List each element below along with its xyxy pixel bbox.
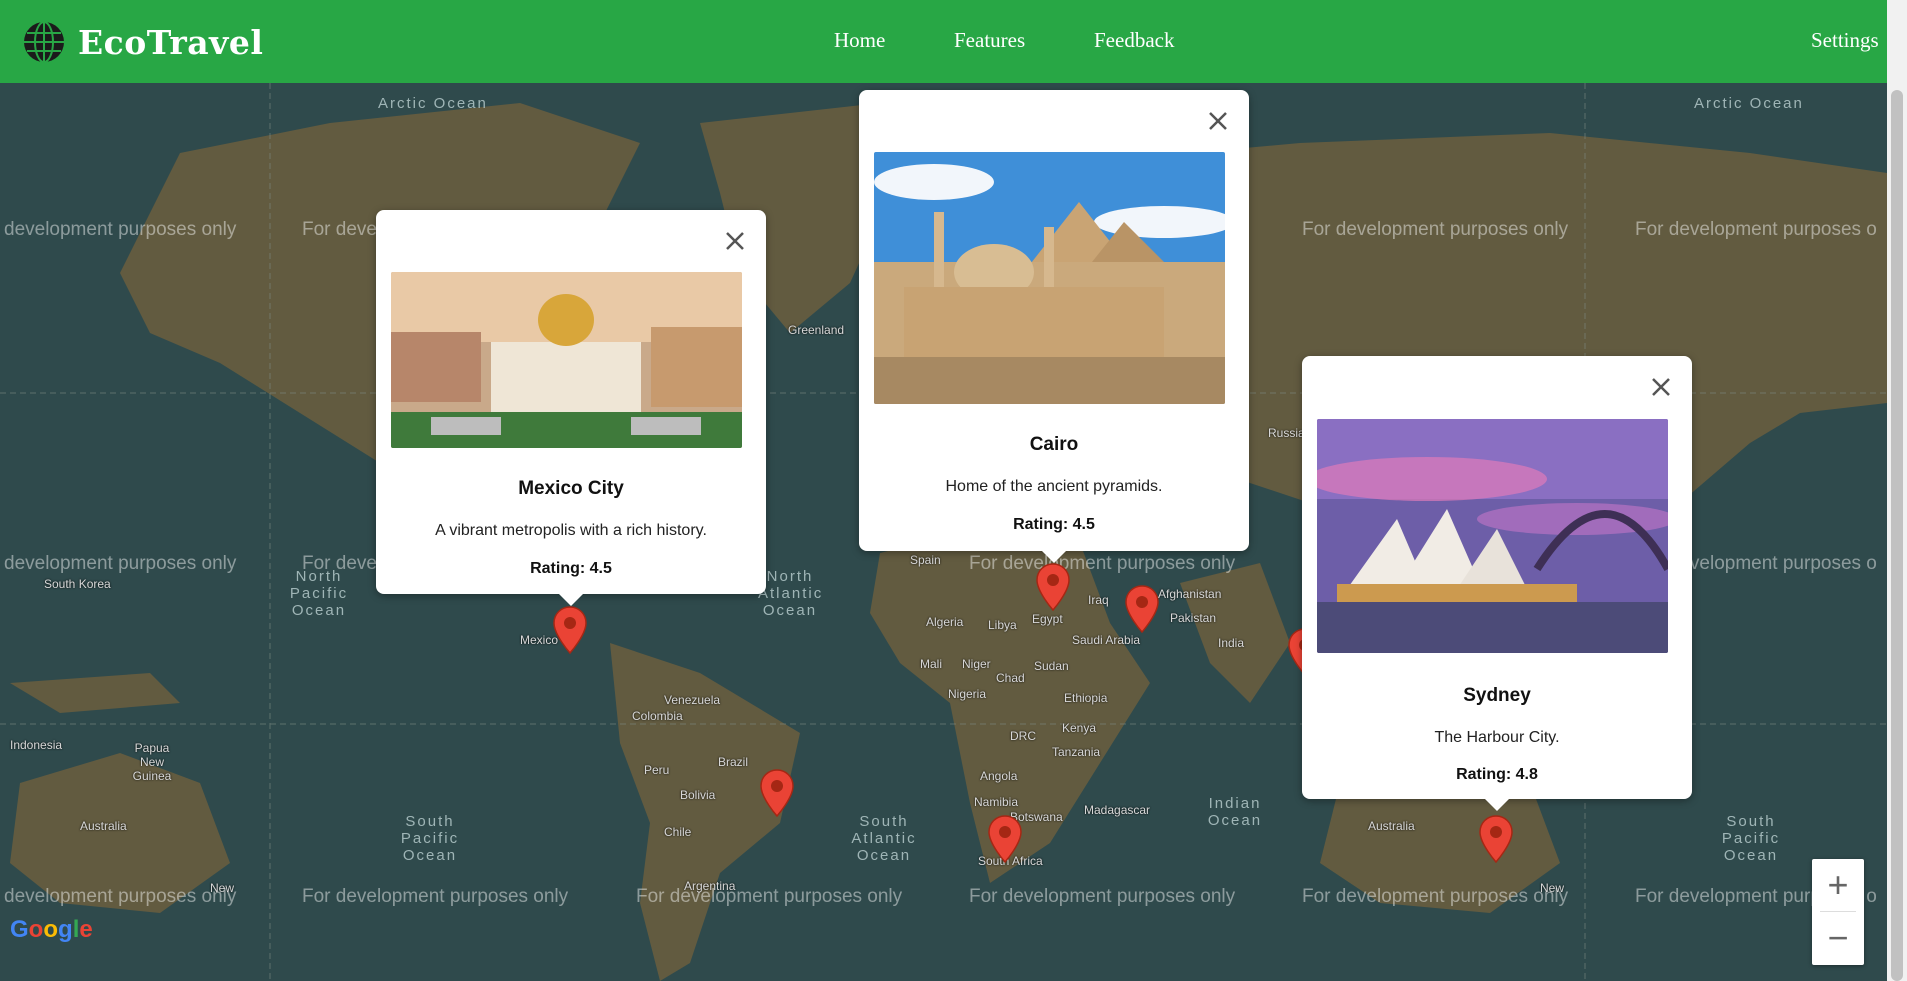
ocean-label: North Atlantic Ocean xyxy=(758,568,824,619)
watermark-text: development purposes only xyxy=(4,219,237,240)
country-label: Libya xyxy=(988,618,1017,632)
page-scrollbar[interactable] xyxy=(1887,0,1907,981)
ocean-label: Indian Ocean xyxy=(1207,795,1263,829)
country-label: Indonesia xyxy=(10,738,63,752)
zoom-controls: + − xyxy=(1812,859,1864,965)
country-label: Spain xyxy=(910,553,941,567)
popup-rating: Rating: 4.5 xyxy=(530,560,612,577)
watermark-text: For development purposes only xyxy=(969,553,1236,574)
globe-icon xyxy=(24,21,64,63)
watermark-text: For development purposes only xyxy=(636,886,903,907)
map-marker-rio[interactable] xyxy=(760,769,794,817)
google-logo-letter: g xyxy=(58,916,73,943)
sydney-image xyxy=(1317,419,1668,653)
map-marker-cairo[interactable] xyxy=(1036,563,1070,611)
country-label: Brazil xyxy=(718,755,749,769)
popup-city-name: Mexico City xyxy=(518,478,624,499)
zoom-out-button[interactable]: − xyxy=(1812,912,1864,964)
watermark-text: For development purposes only xyxy=(302,886,569,907)
country-label: Algeria xyxy=(926,615,964,629)
country-label: Iraq xyxy=(1088,593,1109,607)
country-label: Namibia xyxy=(974,795,1019,809)
nav-feedback-link[interactable]: Feedback xyxy=(1094,28,1174,53)
country-label: Nigeria xyxy=(948,687,987,701)
watermark-text: development purposes only xyxy=(4,886,237,907)
watermark-text: For development purposes o xyxy=(1635,219,1877,240)
ocean-label: Arctic Ocean xyxy=(378,95,488,112)
google-logo-letter: o xyxy=(43,916,59,943)
watermark-text: development purposes only xyxy=(4,553,237,574)
watermark-text: For development purposes only xyxy=(969,886,1236,907)
ocean-label: South Atlantic Ocean xyxy=(851,813,917,864)
country-label: Peru xyxy=(644,763,670,777)
country-label: Niger xyxy=(962,657,991,671)
brand-logo[interactable]: EcoTravel xyxy=(22,20,263,64)
info-window-cairo: Cairo Home of the ancient pyramids. Rati… xyxy=(859,90,1249,563)
popup-description: The Harbour City. xyxy=(1434,729,1560,746)
country-label: Russia xyxy=(1268,426,1305,440)
popup-description: A vibrant metropolis with a rich history… xyxy=(435,522,707,539)
info-window-mexico-city: Mexico City A vibrant metropolis with a … xyxy=(376,210,766,606)
country-label: Australia xyxy=(1368,819,1415,833)
scrollbar-thumb[interactable] xyxy=(1891,90,1903,981)
country-label: South Korea xyxy=(44,577,111,591)
popup-city-name: Sydney xyxy=(1463,685,1531,706)
ocean-label: South Pacific Ocean xyxy=(400,813,460,864)
popup-rating: Rating: 4.5 xyxy=(1013,516,1095,533)
google-logo-letter: o xyxy=(28,916,44,943)
nav-settings-link[interactable]: Settings xyxy=(1811,28,1879,53)
ocean-label: North Pacific Ocean xyxy=(289,568,349,619)
brand-name: EcoTravel xyxy=(78,22,264,62)
country-label: Chile xyxy=(664,825,692,839)
country-label: Afghanistan xyxy=(1158,587,1222,601)
map-marker-dubai[interactable] xyxy=(1125,585,1159,633)
country-label: Papua New Guinea xyxy=(132,741,172,783)
google-logo-letter: e xyxy=(79,916,93,943)
top-navbar: EcoTravel Home Features Feedback Setting… xyxy=(0,0,1887,83)
popup-description: Home of the ancient pyramids. xyxy=(945,478,1163,495)
country-label: Saudi Arabia xyxy=(1072,633,1141,647)
country-label: Egypt xyxy=(1032,612,1063,626)
close-icon[interactable] xyxy=(722,228,748,254)
country-label: Mali xyxy=(920,657,943,671)
close-icon[interactable] xyxy=(1648,374,1674,400)
country-label: Colombia xyxy=(632,709,683,723)
country-label: Angola xyxy=(980,769,1018,783)
map-marker-mexico-city[interactable] xyxy=(553,606,587,654)
country-label: Bolivia xyxy=(680,788,716,802)
watermark-text: For development purposes only xyxy=(1302,886,1569,907)
country-label: Tanzania xyxy=(1052,745,1101,759)
google-logo-letter: G xyxy=(10,916,29,943)
info-window-sydney: Sydney The Harbour City. Rating: 4.8 xyxy=(1302,356,1692,811)
country-label: Madagascar xyxy=(1084,803,1151,817)
country-label: Ethiopia xyxy=(1064,691,1108,705)
country-label: Greenland xyxy=(788,323,845,337)
popup-city-name: Cairo xyxy=(1029,434,1079,455)
cairo-image xyxy=(874,152,1225,404)
map-marker-sydney[interactable] xyxy=(1479,815,1513,863)
zoom-in-button[interactable]: + xyxy=(1812,859,1864,911)
country-label: Pakistan xyxy=(1170,611,1217,625)
mexico-city-image xyxy=(391,272,742,448)
nav-home-link[interactable]: Home xyxy=(834,28,885,53)
country-label: India xyxy=(1218,636,1245,650)
watermark-text: For development purposes only xyxy=(1302,219,1569,240)
country-label: Kenya xyxy=(1062,721,1097,735)
nav-features-link[interactable]: Features xyxy=(954,28,1025,53)
country-label: Venezuela xyxy=(664,693,721,707)
country-label: Chad xyxy=(996,671,1025,685)
ocean-label: Arctic Ocean xyxy=(1694,95,1804,112)
ocean-label: South Pacific Ocean xyxy=(1721,813,1781,864)
country-label: DRC xyxy=(1010,729,1036,743)
popup-rating: Rating: 4.8 xyxy=(1456,766,1538,783)
close-icon[interactable] xyxy=(1205,108,1231,134)
map-marker-cape-town[interactable] xyxy=(988,815,1022,863)
country-label: Sudan xyxy=(1034,659,1069,673)
google-logo: Google xyxy=(10,916,93,944)
country-label: Australia xyxy=(80,819,127,833)
